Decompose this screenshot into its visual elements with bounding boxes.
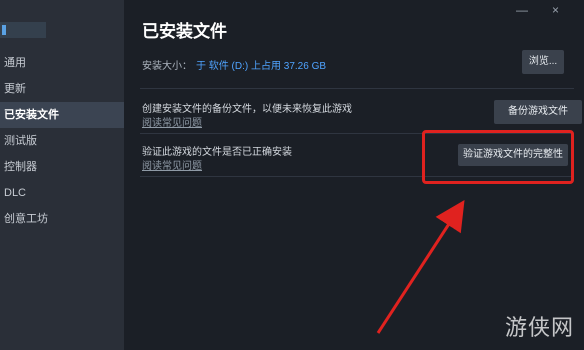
highlight-box bbox=[422, 130, 574, 184]
minimize-icon[interactable]: — bbox=[516, 3, 528, 17]
sidebar-item-workshop[interactable]: 创意工坊 bbox=[0, 206, 124, 232]
backup-description: 创建安装文件的备份文件，以便未来恢复此游戏 bbox=[142, 104, 352, 115]
watermark-logo: 游侠网 bbox=[504, 316, 574, 341]
install-size-value: 于 软件 (D:) 上占用 37.26 GB bbox=[196, 61, 327, 72]
sidebar-item-dlc[interactable]: DLC bbox=[0, 180, 124, 206]
sidebar-item-general[interactable]: 通用 bbox=[0, 50, 124, 76]
backup-faq-link[interactable]: 阅读常见问题 bbox=[142, 114, 202, 129]
verify-faq-link[interactable]: 阅读常见问题 bbox=[142, 157, 202, 172]
sidebar-item-installed-files[interactable]: 已安装文件 bbox=[0, 102, 124, 128]
browse-button[interactable]: 浏览... bbox=[522, 50, 564, 74]
sidebar: 通用 更新 已安装文件 测试版 控制器 DLC 创意工坊 bbox=[0, 0, 124, 350]
install-size-label: 安装大小： bbox=[142, 61, 192, 72]
sidebar-item-updates[interactable]: 更新 bbox=[0, 76, 124, 102]
page-title: 已安装文件 bbox=[142, 22, 227, 41]
game-title-accent bbox=[2, 25, 6, 35]
sidebar-item-controller[interactable]: 控制器 bbox=[0, 154, 124, 180]
close-icon[interactable]: × bbox=[552, 3, 559, 17]
backup-game-files-button[interactable]: 备份游戏文件 bbox=[494, 100, 582, 124]
divider bbox=[140, 88, 574, 89]
verify-description: 验证此游戏的文件是否已正确安装 bbox=[142, 147, 292, 158]
sidebar-item-betas[interactable]: 测试版 bbox=[0, 128, 124, 154]
game-title-bar bbox=[0, 22, 46, 38]
